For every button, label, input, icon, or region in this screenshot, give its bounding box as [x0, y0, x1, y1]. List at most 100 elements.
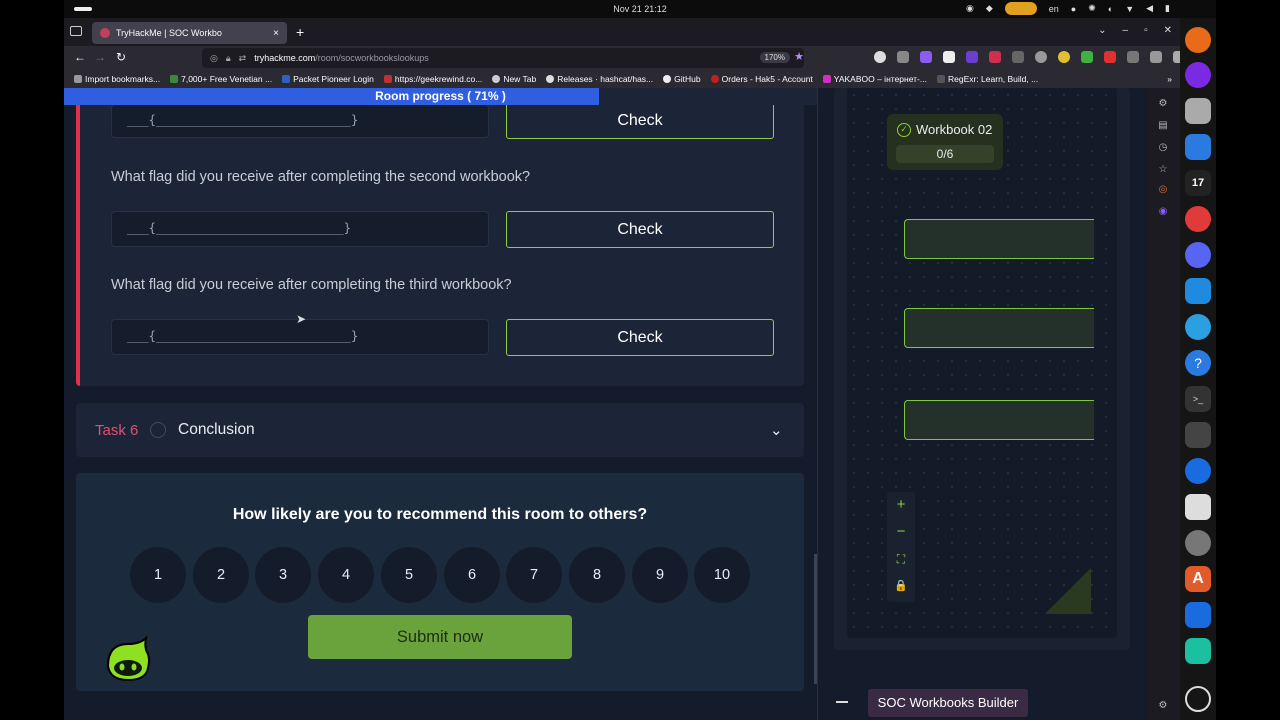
url-bar[interactable]: ◎ 🔒︎ ⇄ tryhackme.com/room/socworkbookslo… — [202, 48, 804, 68]
new-tab-button[interactable]: + — [296, 24, 304, 40]
bookmark-item[interactable]: Packet Pioneer Login — [282, 74, 374, 84]
brightness-icon[interactable]: ✺ — [1088, 3, 1096, 14]
wifi-icon[interactable]: ▼ — [1125, 4, 1134, 14]
check-button-3[interactable]: Check — [506, 319, 774, 356]
bookmark-item[interactable]: Releases · hashcat/has... — [546, 74, 653, 84]
rating-option-6[interactable]: 6 — [444, 547, 500, 603]
show-apps-icon[interactable] — [1185, 686, 1211, 712]
bookmark-item[interactable]: Import bookmarks... — [74, 74, 160, 84]
sidebar-extension-icon[interactable]: ◉ — [1157, 206, 1169, 218]
keyboard-layout[interactable]: en — [1049, 4, 1059, 14]
sidebar-history-icon[interactable]: ◷ — [1157, 142, 1169, 154]
sidebar-gear-icon[interactable]: ⚙ — [1157, 98, 1169, 110]
zoom-level[interactable]: 170% — [759, 52, 790, 63]
tradingview-icon[interactable]: 17 — [1185, 170, 1211, 196]
workbook-node[interactable]: ✓ Workbook 02 0/6 — [887, 114, 1003, 170]
terminal-icon[interactable]: >_ — [1185, 386, 1211, 412]
zoom-out-icon[interactable]: − — [887, 519, 915, 545]
bookmark-item[interactable]: RegExr: Learn, Build, ... — [936, 74, 1038, 84]
more-bookmarks-icon[interactable]: » — [1167, 74, 1172, 84]
rating-option-7[interactable]: 7 — [506, 547, 562, 603]
discord-icon[interactable] — [1185, 242, 1211, 268]
extension-icon[interactable] — [1081, 51, 1093, 63]
close-tab-icon[interactable]: × — [273, 28, 279, 39]
rating-option-8[interactable]: 8 — [569, 547, 625, 603]
bookmark-item[interactable]: https://geekrewind.co... — [383, 74, 482, 84]
sidebar-bookmarks-icon[interactable]: ▤ — [1157, 120, 1169, 132]
app-tray-icon[interactable]: ◉ — [966, 3, 974, 14]
chevron-down-icon[interactable]: ⌄ — [770, 421, 783, 439]
gimp-icon[interactable] — [1185, 422, 1211, 448]
flag-input-1[interactable]: ___{___________________________} — [111, 104, 489, 138]
shield-icon[interactable]: ◎ — [210, 53, 218, 64]
check-button-2[interactable]: Check — [506, 211, 774, 248]
extension-icon[interactable] — [989, 51, 1001, 63]
thunderbird-icon[interactable] — [1185, 458, 1211, 484]
tryhackme-mascot-icon[interactable] — [100, 636, 156, 684]
bookmark-item[interactable]: Orders - Hak5 - Account — [710, 74, 813, 84]
bookmark-item[interactable]: New Tab — [492, 74, 536, 84]
rating-option-1[interactable]: 1 — [130, 547, 186, 603]
lock-icon[interactable]: 🔒︎ — [226, 53, 231, 64]
reload-icon[interactable]: ↻ — [116, 50, 126, 64]
workbook-block-3[interactable] — [904, 400, 1094, 440]
extension-icon[interactable] — [920, 51, 932, 63]
night-light-icon[interactable]: ◐ — [1108, 4, 1113, 14]
vscode-icon[interactable] — [1185, 278, 1211, 304]
minimize-panel-icon[interactable] — [836, 701, 848, 703]
pane-divider[interactable] — [817, 88, 818, 720]
app-icon[interactable] — [1185, 638, 1211, 664]
close-window-icon[interactable]: ✕ — [1164, 25, 1172, 36]
extension-icon[interactable] — [874, 51, 886, 63]
scrollbar-thumb[interactable] — [814, 554, 817, 684]
zoom-in-icon[interactable]: + — [887, 492, 915, 518]
rating-option-5[interactable]: 5 — [381, 547, 437, 603]
document-editor-icon[interactable] — [1185, 134, 1211, 160]
extension-icon[interactable] — [943, 51, 955, 63]
sidebar-settings-icon[interactable]: ⚙ — [1157, 700, 1169, 712]
extension-icon[interactable] — [1127, 51, 1139, 63]
maximize-icon[interactable]: ▫ — [1144, 25, 1148, 36]
forward-icon[interactable]: → — [94, 50, 106, 64]
extension-icon[interactable] — [897, 51, 909, 63]
rating-option-3[interactable]: 3 — [255, 547, 311, 603]
recording-indicator[interactable] — [1004, 2, 1037, 15]
firefox-icon[interactable] — [1185, 27, 1211, 53]
minimize-icon[interactable]: – — [1123, 25, 1129, 36]
tab-overflow-icon[interactable]: ⌄ — [1098, 25, 1106, 36]
rating-option-2[interactable]: 2 — [193, 547, 249, 603]
extension-icon[interactable] — [1035, 51, 1047, 63]
app-store-icon[interactable]: A — [1185, 566, 1211, 592]
task-6-header[interactable]: Task 6 Conclusion ⌄ — [76, 403, 804, 457]
site-info-icon[interactable]: ⇄ — [239, 53, 247, 64]
rating-option-4[interactable]: 4 — [318, 547, 374, 603]
rating-option-9[interactable]: 9 — [632, 547, 688, 603]
volume-icon[interactable]: ◀ — [1146, 3, 1153, 14]
fit-view-icon[interactable]: ⛶ — [887, 546, 915, 572]
check-button-1[interactable]: Check — [506, 102, 774, 139]
system-tray[interactable]: ◉ ◆ en ● ✺ ◐ ▼ ◀ ▮ — [966, 2, 1170, 15]
list-tabs-icon[interactable] — [70, 26, 82, 36]
battery-icon[interactable]: ▮ — [1165, 3, 1170, 14]
rating-option-10[interactable]: 10 — [694, 547, 750, 603]
extension-icon[interactable] — [1012, 51, 1024, 63]
workbook-canvas[interactable]: ✓ Workbook 02 0/6 + − ⛶ 🔒 — [847, 88, 1117, 638]
workbook-block-2[interactable] — [904, 308, 1094, 348]
rhythmbox-icon[interactable] — [1185, 494, 1211, 520]
telegram-icon[interactable] — [1185, 314, 1211, 340]
sidebar-star-icon[interactable]: ☆ — [1157, 164, 1169, 176]
browser-tab-active[interactable]: TryHackMe | SOC Workbo × — [92, 22, 287, 44]
help-icon[interactable]: ? — [1185, 350, 1211, 376]
sidebar-extension-icon[interactable]: ◎ — [1157, 184, 1169, 196]
extension-icon[interactable] — [1150, 51, 1162, 63]
bookmark-item[interactable]: 7,000+ Free Venetian ... — [170, 74, 272, 84]
workbook-block-1[interactable] — [904, 219, 1094, 259]
wireshark-icon[interactable] — [1185, 602, 1211, 628]
back-icon[interactable]: ← — [74, 50, 86, 64]
shield-tray-icon[interactable]: ◆ — [986, 3, 993, 14]
clock-app-icon[interactable] — [1185, 530, 1211, 556]
soc-workbooks-builder-button[interactable]: SOC Workbooks Builder — [868, 689, 1028, 717]
bookmark-star-icon[interactable]: ★ — [794, 50, 804, 63]
extension-icon[interactable] — [1104, 51, 1116, 63]
extension-icon[interactable] — [966, 51, 978, 63]
